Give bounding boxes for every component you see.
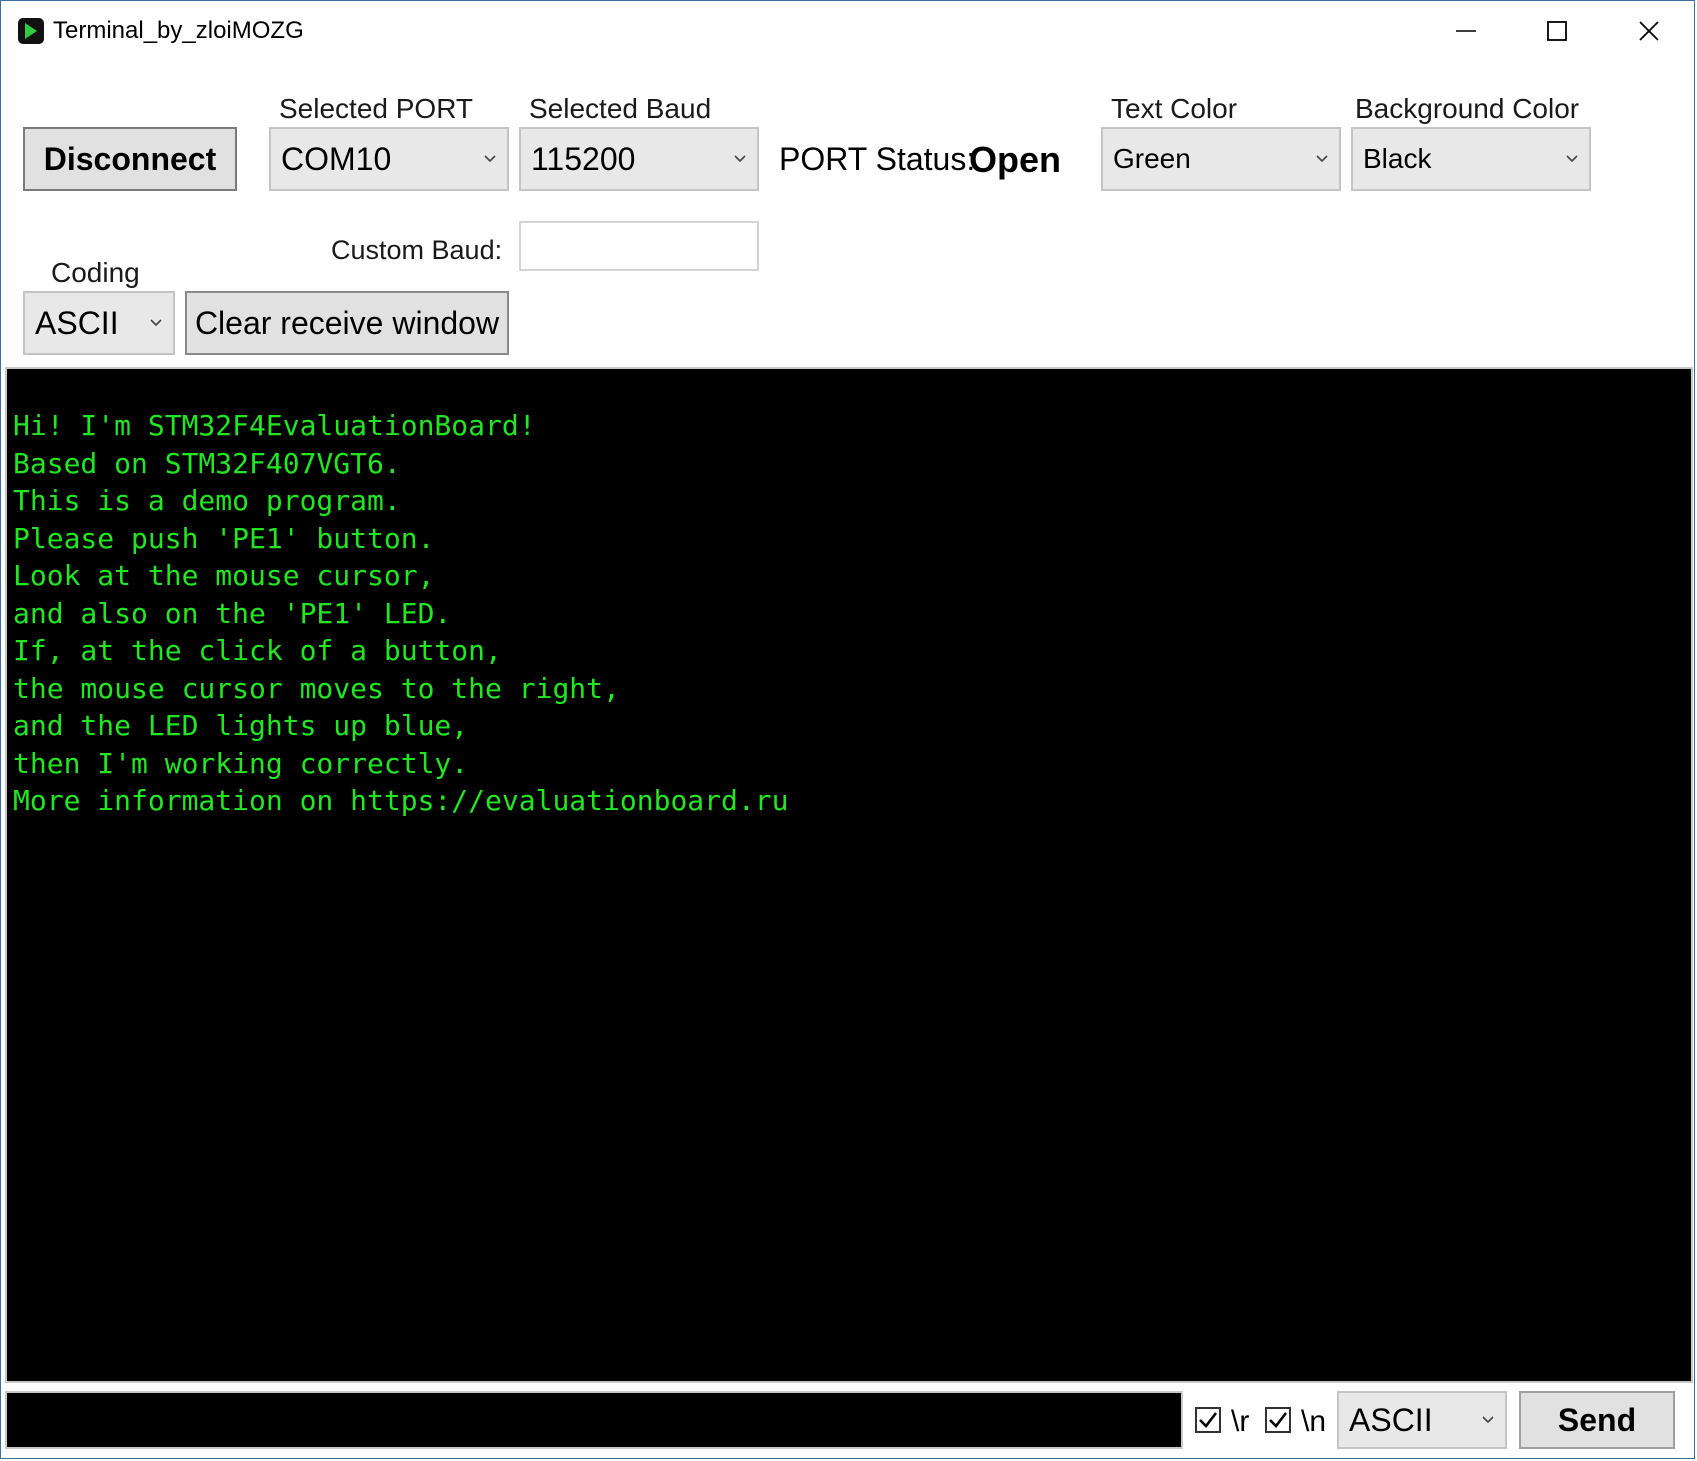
maximize-button[interactable] xyxy=(1527,11,1587,51)
lf-checkbox[interactable] xyxy=(1265,1407,1291,1433)
receive-line: Look at the mouse cursor, xyxy=(13,559,435,592)
cr-checkbox-label: \r xyxy=(1231,1405,1250,1438)
receive-window[interactable]: Hi! I'm STM32F4EvaluationBoard! Based on … xyxy=(5,367,1693,1383)
checkmark-icon xyxy=(1269,1412,1288,1428)
minimize-button[interactable] xyxy=(1436,11,1496,51)
chevron-down-icon xyxy=(484,155,496,163)
receive-line: the mouse cursor moves to the right, xyxy=(13,671,620,705)
window-title: Terminal_by_zloiMOZG xyxy=(53,17,304,44)
text-color-label: Text Color xyxy=(1111,93,1238,124)
port-select[interactable]: COM10 xyxy=(269,127,509,191)
port-status-label: PORT Status: xyxy=(779,141,976,177)
coding-select[interactable]: ASCII xyxy=(23,291,175,355)
maximize-icon xyxy=(1547,21,1567,41)
receive-line: and the LED lights up blue, xyxy=(13,709,469,742)
minimize-icon xyxy=(1456,30,1476,32)
coding-label: Coding xyxy=(51,257,140,288)
cr-checkbox[interactable] xyxy=(1195,1407,1221,1433)
close-button[interactable] xyxy=(1619,11,1679,51)
baud-label: Selected Baud xyxy=(529,93,712,124)
receive-line: This is a demo program. xyxy=(13,484,401,517)
title-bar: Terminal_by_zloiMOZG xyxy=(1,1,1694,61)
chevron-down-icon xyxy=(1482,1416,1494,1424)
receive-line: Based on STM32F407VGT6. xyxy=(13,446,401,480)
lf-checkbox-label: \n xyxy=(1301,1405,1327,1438)
text-color-select[interactable]: Green xyxy=(1101,127,1341,191)
close-icon xyxy=(1639,21,1659,41)
chevron-down-icon xyxy=(1566,155,1578,163)
receive-line: Hi! I'm STM32F4EvaluationBoard! xyxy=(13,409,536,442)
send-coding-value: ASCII xyxy=(1349,1401,1433,1438)
send-button[interactable]: Send xyxy=(1519,1391,1675,1449)
disconnect-button[interactable]: Disconnect xyxy=(23,127,237,191)
bg-color-select[interactable]: Black xyxy=(1351,127,1591,191)
bg-color-value: Black xyxy=(1363,143,1432,174)
receive-line: More information on https://evaluationbo… xyxy=(13,784,789,817)
clear-receive-button[interactable]: Clear receive window xyxy=(185,291,509,355)
checkmark-icon xyxy=(1199,1412,1218,1428)
receive-line: and also on the 'PE1' LED. xyxy=(13,596,452,630)
receive-line: Please push 'PE1' button. xyxy=(13,521,435,555)
port-status-value: Open xyxy=(969,139,1062,180)
baud-select[interactable]: 115200 xyxy=(519,127,759,191)
chevron-down-icon xyxy=(150,319,162,327)
port-label: Selected PORT xyxy=(279,93,474,124)
receive-line: If, at the click of a button, xyxy=(13,634,502,667)
custom-baud-label: Custom Baud: xyxy=(331,235,503,265)
send-coding-select[interactable]: ASCII xyxy=(1337,1391,1507,1449)
chevron-down-icon xyxy=(1316,155,1328,163)
receive-line: then I'm working correctly. xyxy=(13,746,469,780)
port-value: COM10 xyxy=(281,140,392,177)
custom-baud-input[interactable] xyxy=(519,221,759,271)
coding-value: ASCII xyxy=(35,304,119,341)
terminal-arrow-icon xyxy=(17,17,45,45)
text-color-value: Green xyxy=(1113,143,1191,174)
baud-value: 115200 xyxy=(531,140,636,177)
chevron-down-icon xyxy=(734,155,746,163)
send-input[interactable] xyxy=(5,1391,1183,1449)
bg-color-label: Background Color xyxy=(1355,93,1580,124)
app-window: Terminal_by_zloiMOZG Disconnect Selected… xyxy=(0,0,1695,1459)
